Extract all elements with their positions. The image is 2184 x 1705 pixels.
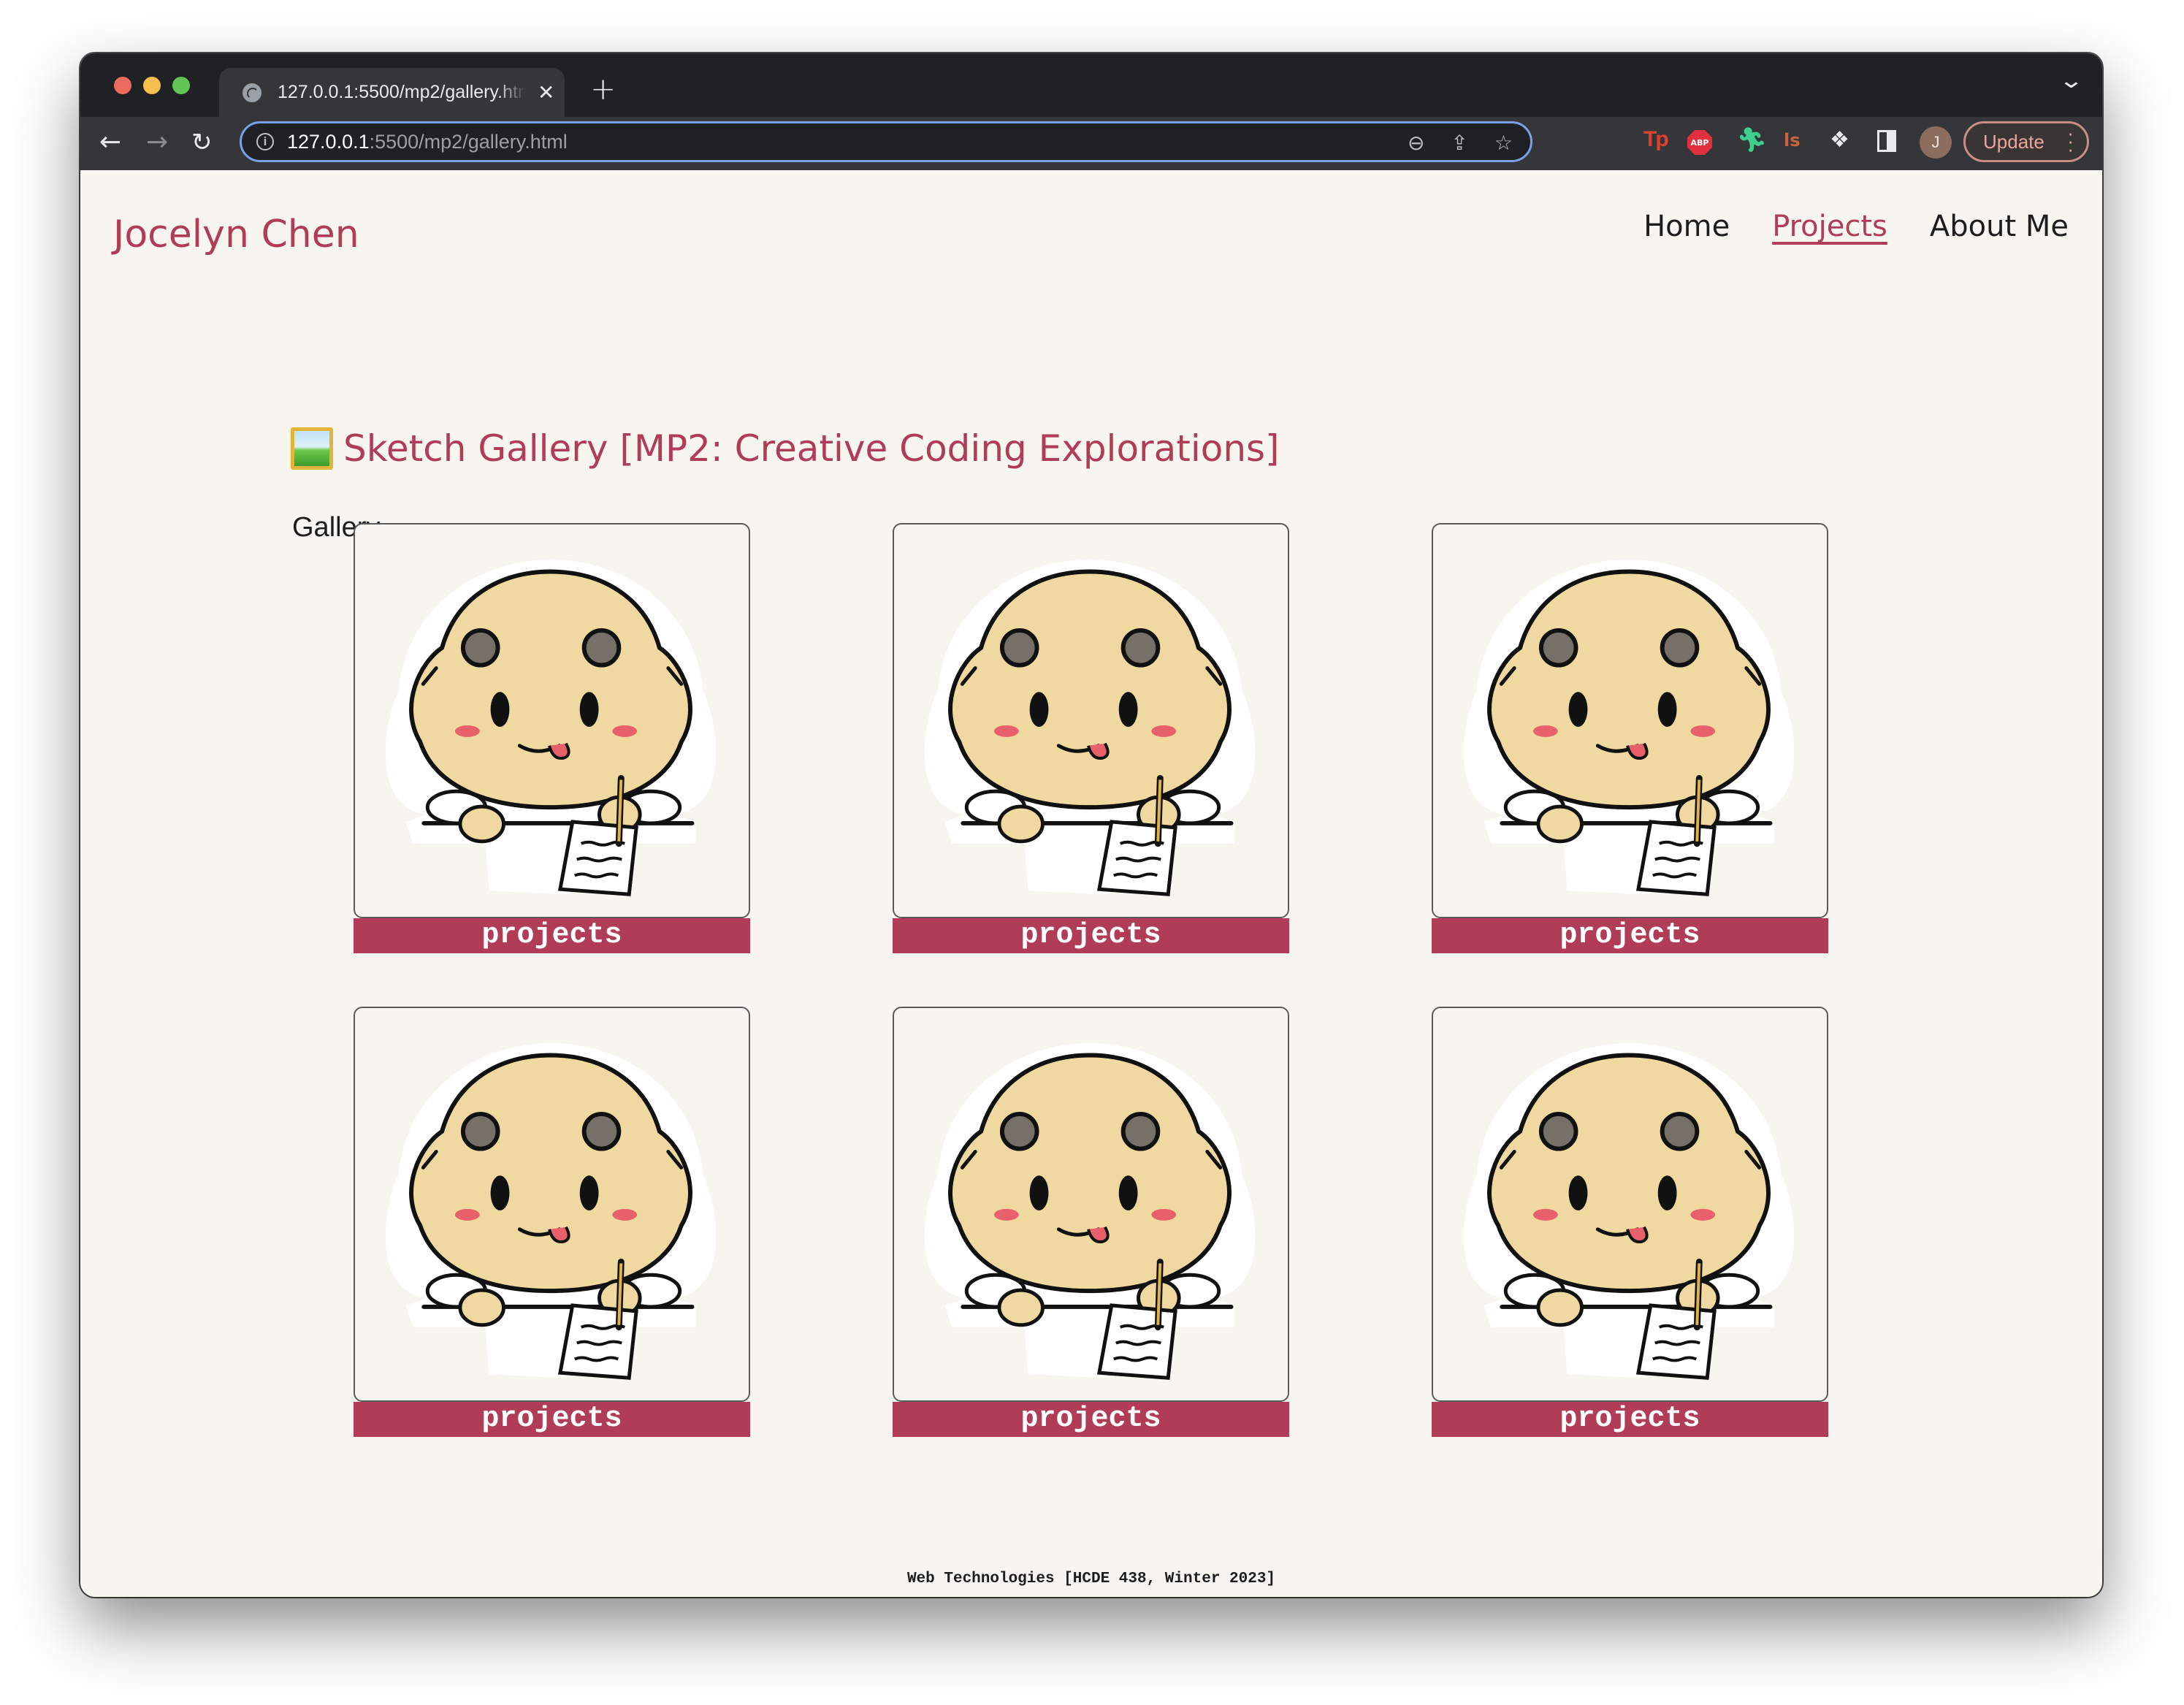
browser-tab-active[interactable]: 127.0.0.1:5500/mp2/gallery.html ✕ (219, 68, 565, 117)
gallery-image[interactable] (893, 523, 1289, 918)
forward-arrow-icon[interactable]: → (146, 127, 168, 157)
gallery-grid: projects projects projects projects proj… (354, 523, 1828, 1437)
browser-window: 127.0.0.1:5500/mp2/gallery.html ✕ + ⌄ ← … (80, 53, 2102, 1597)
gallery-card-label[interactable]: projects (893, 918, 1289, 953)
cartoon-character-image (385, 559, 717, 896)
gallery-card[interactable]: projects (354, 523, 750, 953)
address-bar[interactable]: i 127.0.0.1:5500/mp2/gallery.html ⊖ ⇪ ☆ (240, 121, 1532, 162)
adblock-plus-extension-icon[interactable]: ABP (1687, 130, 1712, 155)
gallery-image[interactable] (893, 1007, 1289, 1402)
gallery-image[interactable] (1432, 1007, 1828, 1402)
bookmark-star-icon[interactable]: ☆ (1494, 131, 1513, 155)
nav-projects[interactable]: Projects (1772, 210, 1887, 243)
green-figure-extension-icon[interactable]: 🏃︎ (1737, 126, 1767, 153)
profile-avatar[interactable]: J (1920, 126, 1952, 159)
gallery-image[interactable] (354, 523, 750, 918)
site-info-icon[interactable]: i (256, 133, 274, 150)
cartoon-character-image (385, 1042, 717, 1380)
ls-extension-icon[interactable]: ls (1784, 130, 1801, 150)
cartoon-character-image (924, 1042, 1256, 1380)
close-tab-icon[interactable]: ✕ (538, 80, 554, 104)
back-arrow-icon[interactable]: ← (99, 127, 121, 157)
url-path: :5500/mp2/gallery.html (369, 130, 568, 153)
url-host: 127.0.0.1 (287, 130, 370, 153)
web-page: Jocelyn Chen Home Projects About Me Sket… (80, 170, 2102, 1597)
gallery-card-label[interactable]: projects (354, 1402, 750, 1437)
framed-picture-icon (291, 427, 333, 470)
cartoon-character-image (1463, 559, 1795, 896)
gallery-card[interactable]: projects (1432, 1007, 1828, 1437)
gallery-card-label[interactable]: projects (893, 1402, 1289, 1437)
site-logo[interactable]: Jocelyn Chen (113, 213, 359, 256)
gallery-card[interactable]: projects (893, 523, 1289, 953)
update-button[interactable]: Update · · · (1963, 121, 2089, 162)
footer-text: Web Technologies [HCDE 438, Winter 2023] (906, 1571, 1276, 1587)
kebab-menu-icon[interactable]: · · · (2067, 123, 2074, 159)
tab-title: 127.0.0.1:5500/mp2/gallery.html (278, 82, 526, 102)
tab-strip: 127.0.0.1:5500/mp2/gallery.html ✕ + ⌄ (80, 53, 2102, 117)
minimize-window-button[interactable] (143, 77, 161, 94)
new-tab-button[interactable]: + (590, 71, 616, 107)
tab-search-chevron-icon[interactable]: ⌄ (2058, 68, 2084, 94)
gallery-image[interactable] (1432, 523, 1828, 918)
cartoon-character-image (1463, 1042, 1795, 1380)
page-title: Sketch Gallery [MP2: Creative Coding Exp… (291, 427, 1280, 470)
page-title-text: Sketch Gallery [MP2: Creative Coding Exp… (343, 427, 1280, 470)
nav-home[interactable]: Home (1643, 210, 1730, 243)
reload-icon[interactable]: ↻ (191, 128, 213, 157)
gallery-image[interactable] (354, 1007, 750, 1402)
nav-about-me[interactable]: About Me (1930, 210, 2069, 243)
gallery-card[interactable]: projects (354, 1007, 750, 1437)
globe-icon (243, 83, 261, 102)
cartoon-character-image (924, 559, 1256, 896)
close-window-button[interactable] (114, 77, 131, 94)
maximize-window-button[interactable] (172, 77, 190, 94)
gallery-card[interactable]: projects (893, 1007, 1289, 1437)
side-panel-icon[interactable] (1877, 130, 1896, 152)
browser-toolbar: ← → ↻ i 127.0.0.1:5500/mp2/gallery.html … (80, 117, 2102, 170)
site-nav: Home Projects About Me (1643, 210, 2069, 243)
share-icon[interactable]: ⇪ (1451, 131, 1467, 155)
gallery-card-label[interactable]: projects (1432, 1402, 1828, 1437)
extensions-puzzle-icon[interactable]: ❖ (1830, 127, 1849, 153)
gallery-card-label[interactable]: projects (354, 918, 750, 953)
zoom-out-icon[interactable]: ⊖ (1408, 131, 1424, 155)
update-label: Update (1983, 130, 2044, 153)
gallery-card[interactable]: projects (1432, 523, 1828, 953)
gallery-card-label[interactable]: projects (1432, 918, 1828, 953)
tp-extension-icon[interactable]: Tp (1643, 127, 1669, 152)
